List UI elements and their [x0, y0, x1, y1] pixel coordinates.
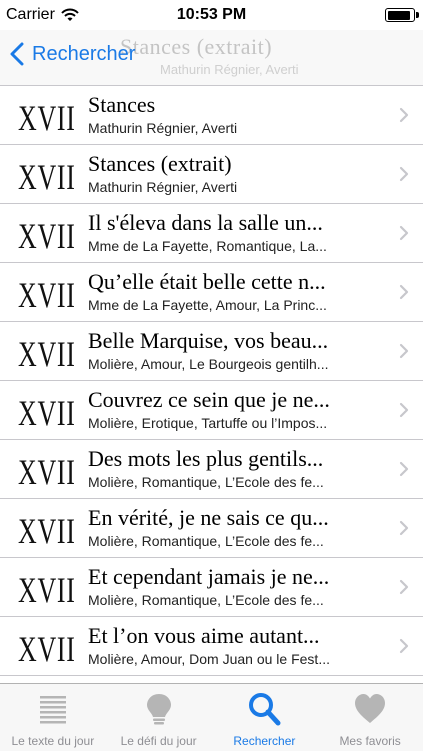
tab-label: Le texte du jour	[11, 734, 95, 748]
item-title: Et cependant jamais je ne...	[88, 564, 330, 589]
list-item[interactable]: XVIIIl faut qu'un amant sache...	[0, 676, 423, 683]
item-title: Stances	[88, 92, 156, 117]
list-item[interactable]: XVII Et l’on vous aime autant... Molière, …	[0, 617, 423, 676]
chevron-right-icon	[399, 343, 409, 359]
tab-label: Rechercher	[233, 734, 296, 748]
century-label: XVII	[18, 216, 76, 256]
item-subtitle: Molière, Amour, Le Bourgeois gentilh...	[88, 356, 329, 372]
status-time: 10:53 PM	[176, 6, 247, 23]
chevron-right-icon	[399, 638, 409, 654]
century-label: XVII	[18, 334, 76, 374]
chevron-right-icon	[399, 520, 409, 536]
status-bar: Carrier 10:53 PM	[0, 0, 423, 30]
item-title: Couvrez ce sein que je ne...	[88, 387, 330, 412]
tab-label: Mes favoris	[339, 734, 401, 748]
list-item[interactable]: XVII En vérité, je ne sais ce qu... Molièr…	[0, 499, 423, 558]
heart-icon	[355, 694, 386, 723]
item-title: Stances (extrait)	[88, 151, 232, 176]
chevron-right-icon	[399, 402, 409, 418]
century-label: XVII	[18, 393, 76, 433]
list-item[interactable]: XVII Stances (extrait) Mathurin Régnier, A…	[0, 145, 423, 204]
item-title: Des mots les plus gentils...	[88, 446, 324, 471]
lightbulb-icon	[146, 694, 171, 725]
tab-text-lines[interactable]: Le texte du jour	[0, 684, 106, 751]
item-title: Il s'éleva dans la salle un...	[88, 210, 323, 235]
tab-bar: Le texte du jour Le défi du jour Recherche…	[0, 683, 423, 751]
chevron-right-icon	[399, 166, 409, 182]
back-button[interactable]: Rechercher	[10, 42, 135, 66]
text-lines-icon	[39, 696, 66, 724]
tab-label: Le défi du jour	[120, 734, 197, 748]
item-title: Qu’elle était belle cette n...	[88, 269, 326, 294]
century-label: XVII	[18, 275, 76, 315]
tab-lightbulb[interactable]: Le défi du jour	[106, 684, 212, 751]
search-icon	[249, 693, 281, 726]
century-label: XVII	[18, 157, 76, 197]
item-subtitle: Molière, Romantique, L’Ecole des fe...	[88, 533, 324, 549]
item-subtitle: Mme de La Fayette, Romantique, La...	[88, 238, 327, 254]
chevron-right-icon	[399, 579, 409, 595]
list-item[interactable]: XVII Des mots les plus gentils... Molière,…	[0, 440, 423, 499]
list-item[interactable]: XVII Qu’elle était belle cette n... Mme de…	[0, 263, 423, 322]
tab-heart[interactable]: Mes favoris	[317, 684, 423, 751]
item-title: En vérité, je ne sais ce qu...	[88, 505, 329, 530]
century-label: XVII	[18, 570, 76, 610]
chevron-right-icon	[399, 284, 409, 300]
list-item[interactable]: XVII Stances Mathurin Régnier, Averti	[0, 86, 423, 145]
chevron-right-icon	[399, 461, 409, 477]
item-subtitle: Molière, Romantique, L’Ecole des fe...	[88, 474, 324, 490]
tab-search[interactable]: Rechercher	[212, 684, 318, 751]
item-subtitle: Molière, Erotique, Tartuffe ou l’Impos..…	[88, 415, 328, 431]
century-label: XVII	[18, 629, 76, 669]
back-button-label: Rechercher	[32, 42, 136, 65]
nav-ghost-subtitle: Mathurin Régnier, Averti	[160, 62, 299, 77]
item-title: Et l’on vous aime autant...	[88, 623, 320, 648]
list-item[interactable]: XVII Couvrez ce sein que je ne... Molière,…	[0, 381, 423, 440]
item-title: Belle Marquise, vos beau...	[88, 328, 329, 353]
list-item[interactable]: XVII Et cependant jamais je ne... Molière,…	[0, 558, 423, 617]
chevron-left-icon	[10, 42, 24, 66]
item-subtitle: Molière, Amour, Dom Juan ou le Fest...	[88, 651, 330, 667]
list-item[interactable]: XVII Il s'éleva dans la salle un... Mme de…	[0, 204, 423, 263]
item-subtitle: Mme de La Fayette, Amour, La Princ...	[88, 297, 327, 313]
item-subtitle: Mathurin Régnier, Averti	[88, 120, 238, 136]
chevron-right-icon	[399, 107, 409, 123]
list-item[interactable]: XVII Belle Marquise, vos beau... Molière, …	[0, 322, 423, 381]
item-subtitle: Molière, Romantique, L’Ecole des fe...	[88, 592, 324, 608]
century-label: XVII	[18, 511, 76, 551]
nav-ghost-title: Stances (extrait)	[120, 34, 273, 59]
century-label: XVII	[18, 452, 76, 492]
battery-fill	[387, 10, 411, 20]
navigation-bar: Stances (extrait) Mathurin Régnier, Aver…	[0, 30, 423, 86]
battery-icon	[385, 8, 419, 22]
century-label: XVII	[18, 98, 76, 138]
chevron-right-icon	[399, 225, 409, 241]
results-list[interactable]: XVII Stances Mathurin Régnier, Averti XVII S…	[0, 86, 423, 683]
item-subtitle: Mathurin Régnier, Averti	[88, 179, 238, 195]
